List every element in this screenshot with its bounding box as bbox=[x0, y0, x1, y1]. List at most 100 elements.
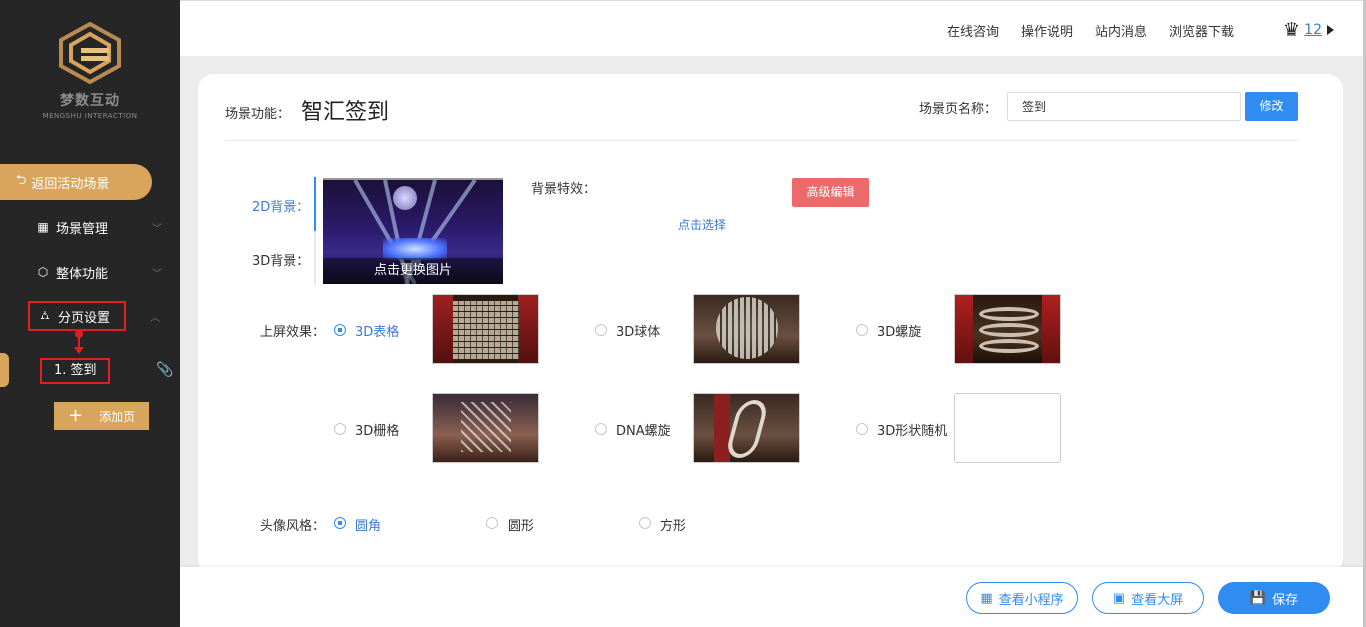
radio-3d-fence[interactable] bbox=[334, 423, 346, 435]
curtain-shape bbox=[433, 295, 453, 363]
divider bbox=[225, 140, 1298, 141]
option-rounded[interactable]: 圆角 bbox=[355, 515, 381, 534]
edit-name-button[interactable]: 修改 bbox=[1245, 92, 1298, 121]
selected-indicator bbox=[0, 353, 9, 387]
screen-effect-label: 上屏效果： bbox=[260, 325, 326, 340]
sidebar-item-scene-management[interactable]: ▦ 场景管理 ﹀ bbox=[0, 213, 180, 241]
link-browser-download[interactable]: 浏览器下载 bbox=[1169, 21, 1234, 40]
top-bar: 在线咨询 操作说明 站内消息 浏览器下载 ♛ 12 bbox=[180, 0, 1366, 56]
option-3d-sphere[interactable]: 3D球体 bbox=[616, 321, 660, 340]
curtain-shape bbox=[518, 295, 538, 363]
radio-circle[interactable] bbox=[486, 517, 498, 529]
grid-icon: ▦ bbox=[37, 220, 49, 234]
option-3d-table[interactable]: 3D表格 bbox=[355, 321, 399, 340]
return-icon: ⮌ bbox=[16, 173, 27, 188]
coil-shape bbox=[979, 323, 1039, 337]
crown-icon: ♛ bbox=[1282, 19, 1300, 41]
view-mini-program-label: 查看小程序 bbox=[998, 592, 1064, 608]
logo-text-en: MENGSHU INTERACTION bbox=[42, 112, 138, 120]
option-circle[interactable]: 圆形 bbox=[508, 515, 534, 534]
radio-3d-shape-random[interactable] bbox=[856, 423, 868, 435]
radio-3d-spiral[interactable] bbox=[856, 324, 868, 336]
link-online-consult[interactable]: 在线咨询 bbox=[947, 21, 999, 40]
add-page-button[interactable]: + 添加页 bbox=[54, 402, 149, 430]
radio-rounded[interactable] bbox=[334, 517, 346, 529]
bed-icon: ⛼ bbox=[40, 308, 50, 322]
view-big-screen-button[interactable]: ▣ 查看大屏 bbox=[1092, 582, 1204, 614]
background-tab-indicator bbox=[314, 177, 316, 231]
top-links: 在线咨询 操作说明 站内消息 浏览器下载 bbox=[947, 21, 1234, 40]
view-big-screen-label: 查看大屏 bbox=[1131, 592, 1184, 608]
save-label: 保存 bbox=[1272, 592, 1299, 608]
cube-icon: ⬡ bbox=[37, 265, 49, 279]
sidebar-subitem-signin[interactable]: 1. 签到 📎 bbox=[0, 353, 180, 387]
thumbnail-3d-fence[interactable] bbox=[432, 393, 539, 463]
chevron-down-icon: ﹀ bbox=[152, 223, 162, 235]
curtain-shape bbox=[714, 394, 730, 462]
logo-icon bbox=[59, 22, 121, 84]
screen-icon: ▣ bbox=[1112, 590, 1126, 606]
advanced-edit-button[interactable]: 高级编辑 bbox=[792, 178, 869, 207]
stage-glow bbox=[383, 238, 447, 260]
qr-code-icon: ▦ bbox=[980, 590, 993, 606]
view-mini-program-button[interactable]: ▦ 查看小程序 bbox=[966, 582, 1078, 614]
thumbnail-3d-sphere[interactable] bbox=[693, 294, 800, 364]
scene-settings-card: 场景功能： 智汇签到 场景页名称： 修改 2D背景： 3D背景： 点击更换图片 … bbox=[198, 74, 1343, 574]
sidebar: 梦数互动 MENGSHU INTERACTION ⮌ 返回活动场景 ▦ 场景管理… bbox=[0, 0, 180, 627]
radio-square[interactable] bbox=[639, 517, 651, 529]
background-effect-label: 背景特效： bbox=[531, 182, 597, 197]
link-instructions[interactable]: 操作说明 bbox=[1021, 21, 1073, 40]
change-image-caption[interactable]: 点击更换图片 bbox=[323, 258, 503, 284]
background-image-preview[interactable]: 点击更换图片 bbox=[323, 178, 503, 284]
user-number-link[interactable]: 12 bbox=[1304, 22, 1322, 38]
photo-grid-shape bbox=[453, 301, 519, 359]
radio-3d-sphere[interactable] bbox=[595, 324, 607, 336]
paperclip-icon[interactable]: 📎 bbox=[156, 362, 173, 378]
back-label: 返回活动场景 bbox=[31, 176, 110, 192]
curtain-shape bbox=[955, 295, 973, 363]
chevron-down-icon: ﹀ bbox=[152, 268, 162, 280]
bottom-action-bar: ▦ 查看小程序 ▣ 查看大屏 💾 保存 bbox=[180, 567, 1363, 627]
thumbnail-3d-table[interactable] bbox=[432, 294, 539, 364]
thumbnail-dna-spiral[interactable] bbox=[693, 393, 800, 463]
page-title: 智汇签到 bbox=[301, 100, 390, 125]
back-to-scenes-button[interactable]: ⮌ 返回活动场景 bbox=[0, 164, 152, 200]
brand-logo: 梦数互动 MENGSHU INTERACTION bbox=[0, 22, 180, 120]
sidebar-item-overall-functions[interactable]: ⬡ 整体功能 ﹀ bbox=[0, 258, 180, 286]
tab-2d-background[interactable]: 2D背景： bbox=[252, 196, 309, 215]
thumbnail-3d-spiral[interactable] bbox=[954, 294, 1061, 364]
coil-shape bbox=[979, 339, 1039, 353]
radio-3d-table[interactable] bbox=[334, 324, 346, 336]
save-button[interactable]: 💾 保存 bbox=[1218, 582, 1330, 614]
thumbnail-3d-shape-random[interactable] bbox=[954, 393, 1061, 463]
add-page-label: 添加页 bbox=[99, 409, 136, 424]
option-square[interactable]: 方形 bbox=[660, 515, 686, 534]
option-3d-shape-random[interactable]: 3D形状随机 bbox=[877, 420, 947, 439]
curtain-shape bbox=[1042, 295, 1060, 363]
sidebar-item-page-settings[interactable]: ⛼ 分页设置 bbox=[28, 301, 126, 331]
plus-icon: + bbox=[68, 405, 84, 426]
link-messages[interactable]: 站内消息 bbox=[1095, 21, 1147, 40]
scene-function-label: 场景功能： bbox=[225, 107, 291, 122]
click-select-link[interactable]: 点击选择 bbox=[678, 216, 726, 233]
radio-dna-spiral[interactable] bbox=[595, 423, 607, 435]
chevron-up-icon[interactable]: ︿ bbox=[150, 309, 160, 324]
tab-3d-background[interactable]: 3D背景： bbox=[252, 250, 309, 269]
particle-shape bbox=[461, 402, 511, 452]
option-dna-spiral[interactable]: DNA螺旋 bbox=[616, 420, 671, 439]
sphere-shape bbox=[716, 297, 778, 359]
avatar-style-label: 头像风格： bbox=[260, 519, 326, 534]
option-3d-spiral[interactable]: 3D螺旋 bbox=[877, 321, 921, 340]
scene-page-name-input[interactable] bbox=[1007, 92, 1241, 121]
sidebar-item-label: 分页设置 bbox=[58, 310, 111, 326]
scene-page-name-label: 场景页名称： bbox=[919, 102, 998, 117]
moon-shape bbox=[393, 186, 417, 210]
caret-right-icon[interactable] bbox=[1327, 25, 1334, 35]
option-3d-fence[interactable]: 3D栅格 bbox=[355, 420, 399, 439]
helix-shape bbox=[724, 400, 770, 458]
sidebar-item-label: 整体功能 bbox=[56, 266, 109, 282]
floppy-disk-icon: 💾 bbox=[1249, 590, 1267, 606]
logo-text-cn: 梦数互动 bbox=[60, 93, 120, 109]
coil-shape bbox=[979, 307, 1039, 321]
subitem-label: 1. 签到 bbox=[40, 358, 110, 384]
